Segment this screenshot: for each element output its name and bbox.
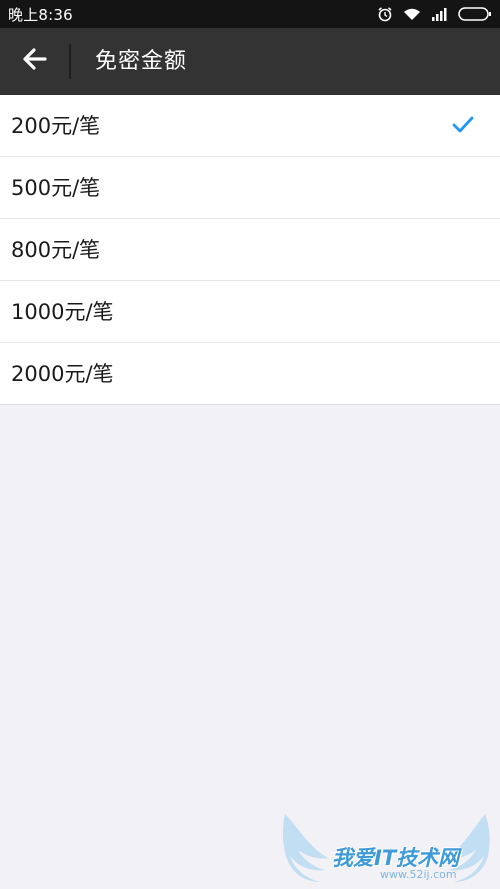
status-time: 晚上8:36 xyxy=(8,5,73,24)
amount-option-list: 200元/笔 500元/笔 800元/笔 1000元/笔 2000元/笔 xyxy=(0,95,500,405)
option-500[interactable]: 500元/笔 xyxy=(0,157,500,219)
status-icons xyxy=(377,6,492,22)
back-button[interactable] xyxy=(14,42,56,80)
option-label: 800元/笔 xyxy=(11,238,101,262)
signal-icon xyxy=(431,7,448,21)
arrow-left-icon xyxy=(23,48,47,74)
page-title: 免密金额 xyxy=(95,49,188,74)
option-label: 500元/笔 xyxy=(11,176,101,200)
option-2000[interactable]: 2000元/笔 xyxy=(0,343,500,404)
watermark-url: www.52ij.com xyxy=(380,868,457,881)
option-label: 200元/笔 xyxy=(11,114,101,138)
status-bar: 晚上8:36 xyxy=(0,0,500,28)
app-bar: 免密金额 xyxy=(0,28,500,95)
option-200[interactable]: 200元/笔 xyxy=(0,95,500,157)
app-bar-divider xyxy=(69,44,71,79)
battery-icon xyxy=(458,6,492,22)
check-icon xyxy=(452,116,474,134)
option-800[interactable]: 800元/笔 xyxy=(0,219,500,281)
wifi-icon xyxy=(403,7,421,21)
option-label: 1000元/笔 xyxy=(11,300,114,324)
alarm-icon xyxy=(377,6,393,22)
option-label: 2000元/笔 xyxy=(11,362,114,386)
watermark: 我爱IT技术网 www.52ij.com xyxy=(280,812,490,884)
option-1000[interactable]: 1000元/笔 xyxy=(0,281,500,343)
